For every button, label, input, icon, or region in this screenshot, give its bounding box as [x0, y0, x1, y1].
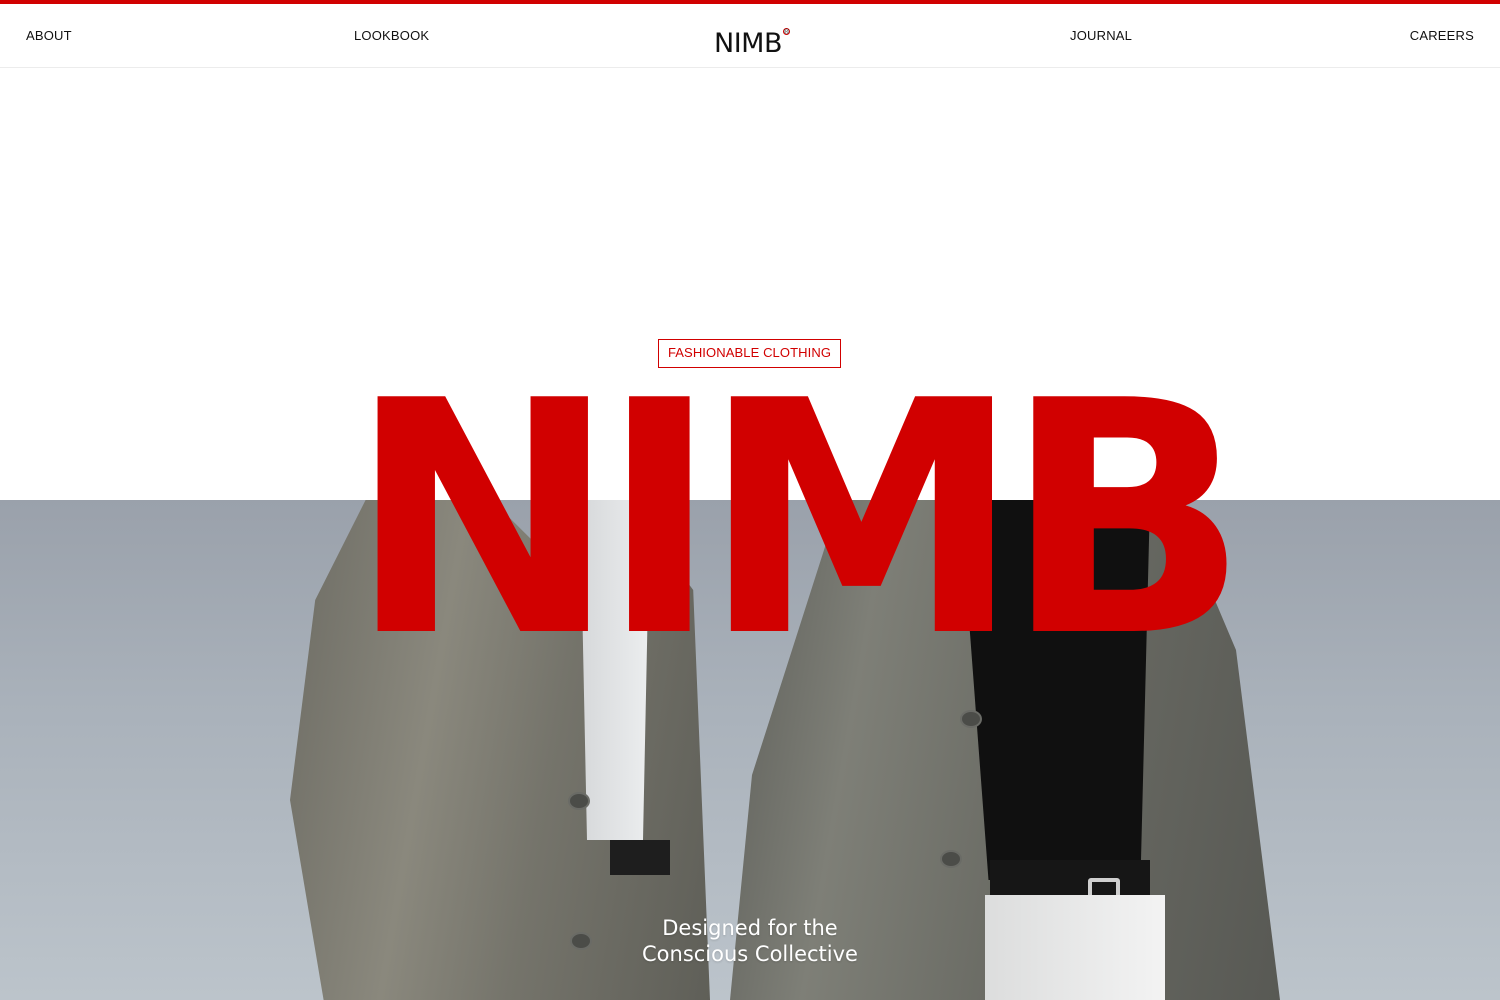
right-model-pants: [985, 895, 1165, 1000]
nav-link-journal[interactable]: JOURNAL: [1070, 28, 1132, 43]
tagline-line-1: Designed for the: [662, 916, 838, 940]
brand-logo-text: NIMB: [714, 28, 782, 59]
right-model-belt: [990, 860, 1150, 900]
registered-trademark-icon: ®: [782, 28, 790, 36]
coat-button: [568, 792, 590, 810]
coat-button: [960, 710, 982, 728]
brand-logo-link[interactable]: NIMB ®: [714, 28, 790, 60]
left-model-belt: [610, 840, 670, 875]
main-navigation: ABOUT LOOKBOOK NIMB ® JOURNAL CAREERS: [0, 4, 1500, 68]
nav-link-about[interactable]: ABOUT: [26, 28, 72, 43]
hero-title: NIMB: [348, 332, 1249, 707]
nav-link-lookbook[interactable]: LOOKBOOK: [354, 28, 429, 43]
coat-button: [940, 850, 962, 868]
tagline-line-2: Conscious Collective: [642, 942, 858, 966]
hero-tagline: Designed for the Conscious Collective: [500, 915, 1000, 967]
nav-link-careers[interactable]: CAREERS: [1410, 28, 1474, 43]
